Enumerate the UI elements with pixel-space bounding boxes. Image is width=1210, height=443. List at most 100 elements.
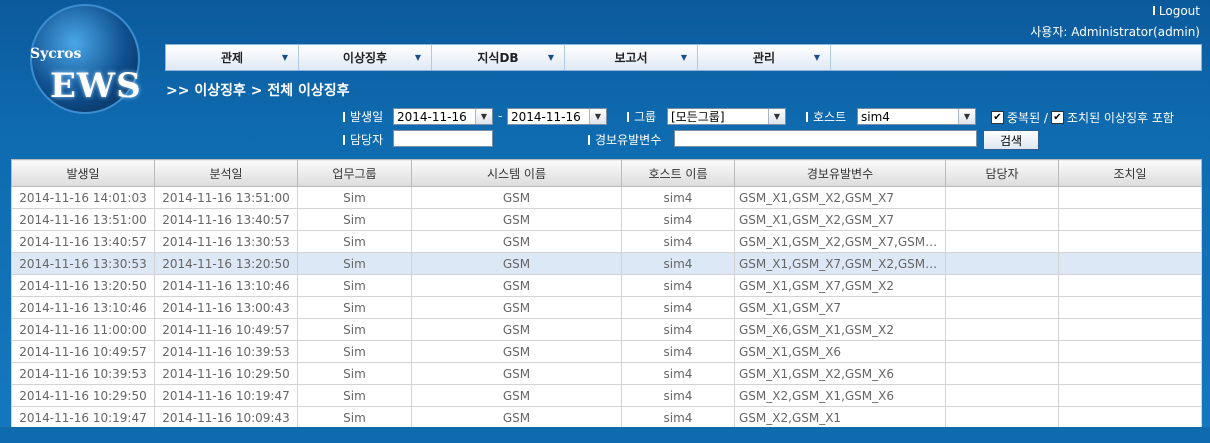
table-row[interactable]: 2014-11-16 10:39:53 2014-11-16 10:29:50 Si… <box>11 362 1202 385</box>
table-cell <box>1058 252 1202 275</box>
table-cell: sim4 <box>621 186 735 209</box>
table-body: 2014-11-16 14:01:03 2014-11-16 13:51:00 Si… <box>11 186 1202 429</box>
duplicate-label: 중복된 / <box>1007 111 1048 125</box>
table-cell: 2014-11-16 13:51:00 <box>154 186 298 209</box>
table-row[interactable]: 2014-11-16 13:20:50 2014-11-16 13:10:46 Si… <box>11 274 1202 297</box>
table-cell: sim4 <box>621 208 735 231</box>
menu-label: 관제 <box>220 51 244 65</box>
duplicate-checkbox[interactable]: ✔ <box>991 111 1004 124</box>
chevron-down-icon[interactable]: ▼ <box>475 109 492 124</box>
owner-label: 담당자 <box>343 131 383 148</box>
chevron-down-icon[interactable]: ▼ <box>958 109 975 124</box>
table-cell: Sim <box>297 406 412 429</box>
table-cell: Sim <box>297 186 412 209</box>
chevron-down-icon[interactable]: ▼ <box>589 109 606 124</box>
main-menu: 관제 ▼ 이상징후 ▼ 지식DB ▼ 보고서 ▼ 관리 ▼ <box>165 44 1202 71</box>
table-cell: GSM <box>411 362 622 385</box>
chevron-down-icon[interactable]: ▼ <box>768 109 785 124</box>
group-label: 그룹 <box>627 108 656 125</box>
table-cell: GSM_X1,GSM_X7 <box>734 296 946 319</box>
table-row[interactable]: 2014-11-16 13:30:53 2014-11-16 13:20:50 Si… <box>11 252 1202 275</box>
owner-input[interactable] <box>393 130 493 147</box>
variable-input[interactable] <box>674 130 977 147</box>
table-cell: sim4 <box>621 296 735 319</box>
table-cell: Sim <box>297 252 412 275</box>
table-cell <box>945 318 1059 341</box>
menu-knowledge-db[interactable]: 지식DB ▼ <box>432 45 565 70</box>
table-row[interactable]: 2014-11-16 10:29:50 2014-11-16 10:19:47 Si… <box>11 384 1202 407</box>
table-cell <box>1058 230 1202 253</box>
user-info: 사용자: Administrator(admin) <box>1030 25 1200 39</box>
menu-report[interactable]: 보고서 ▼ <box>565 45 698 70</box>
column-header[interactable]: 담당자 <box>945 159 1059 187</box>
group-select[interactable]: [모든그룹] ▼ <box>667 108 786 125</box>
column-header[interactable]: 분석일 <box>154 159 298 187</box>
chevron-down-icon: ▼ <box>414 53 421 62</box>
table-cell <box>945 186 1059 209</box>
menu-monitoring[interactable]: 관제 ▼ <box>166 45 299 70</box>
table-cell: 2014-11-16 10:39:53 <box>11 362 155 385</box>
table-cell: GSM <box>411 340 622 363</box>
date-to-select[interactable]: 2014-11-16 ▼ <box>507 108 607 125</box>
table-cell: GSM_X1,GSM_X2,GSM_X7,GSM_X... <box>734 230 946 253</box>
table-cell: sim4 <box>621 230 735 253</box>
host-select[interactable]: sim4 ▼ <box>857 108 976 125</box>
table-cell: GSM <box>411 252 622 275</box>
table-cell: 2014-11-16 13:30:53 <box>154 230 298 253</box>
table-row[interactable]: 2014-11-16 13:10:46 2014-11-16 13:00:43 Si… <box>11 296 1202 319</box>
duplicate-checkbox-group: ✔ 중복된 / ✔ 조치된 이상징후 포함 <box>991 109 1174 126</box>
table-cell: Sim <box>297 296 412 319</box>
table-cell <box>1058 208 1202 231</box>
column-header[interactable]: 업무그룹 <box>297 159 412 187</box>
table-row[interactable]: 2014-11-16 10:19:47 2014-11-16 10:09:43 Si… <box>11 406 1202 429</box>
table-cell: GSM <box>411 208 622 231</box>
table-cell: Sim <box>297 340 412 363</box>
table-cell <box>945 296 1059 319</box>
menu-label: 관리 <box>752 51 776 65</box>
table-cell: 2014-11-16 14:01:03 <box>11 186 155 209</box>
column-header[interactable]: 조치일 <box>1058 159 1202 187</box>
menu-anomaly[interactable]: 이상징후 ▼ <box>299 45 432 70</box>
menu-label: 보고서 <box>614 51 648 65</box>
table-cell: Sim <box>297 384 412 407</box>
column-header[interactable]: 경보유발변수 <box>734 159 946 187</box>
table-cell: GSM_X1,GSM_X2,GSM_X6 <box>734 362 946 385</box>
table-cell <box>1058 406 1202 429</box>
search-button[interactable]: 검색 <box>983 130 1039 150</box>
column-header[interactable]: 발생일 <box>11 159 155 187</box>
table-cell: 2014-11-16 10:19:47 <box>11 406 155 429</box>
table-row[interactable]: 2014-11-16 10:49:57 2014-11-16 10:39:53 Si… <box>11 340 1202 363</box>
table-cell <box>1058 384 1202 407</box>
table-row[interactable]: 2014-11-16 13:40:57 2014-11-16 13:30:53 Si… <box>11 230 1202 253</box>
table-cell: sim4 <box>621 318 735 341</box>
handled-label: 조치된 이상징후 포함 <box>1066 111 1174 125</box>
table-cell <box>945 252 1059 275</box>
table-cell: Sim <box>297 362 412 385</box>
menu-admin[interactable]: 관리 ▼ <box>698 45 831 70</box>
table-cell: GSM <box>411 318 622 341</box>
logout-link[interactable]: Logout <box>1030 4 1200 18</box>
table-row[interactable]: 2014-11-16 11:00:00 2014-11-16 10:49:57 Si… <box>11 318 1202 341</box>
chevron-down-icon: ▼ <box>813 53 820 62</box>
date-from-select[interactable]: 2014-11-16 ▼ <box>393 108 493 125</box>
table-cell <box>1058 362 1202 385</box>
table-cell: sim4 <box>621 274 735 297</box>
table-cell: 2014-11-16 13:20:50 <box>154 252 298 275</box>
table-row[interactable]: 2014-11-16 14:01:03 2014-11-16 13:51:00 Si… <box>11 186 1202 209</box>
table-cell: 2014-11-16 10:29:50 <box>11 384 155 407</box>
table-cell: 2014-11-16 10:49:57 <box>154 318 298 341</box>
chevron-down-icon: ▼ <box>680 53 687 62</box>
handled-checkbox[interactable]: ✔ <box>1050 111 1064 124</box>
column-header[interactable]: 호스트 이름 <box>621 159 735 187</box>
table-cell <box>1058 340 1202 363</box>
table-row[interactable]: 2014-11-16 13:51:00 2014-11-16 13:40:57 Si… <box>11 208 1202 231</box>
table-cell: 2014-11-16 13:51:00 <box>11 208 155 231</box>
chevron-down-icon: ▼ <box>281 53 288 62</box>
table-cell: GSM <box>411 296 622 319</box>
column-header[interactable]: 시스템 이름 <box>411 159 622 187</box>
variable-label: 경보유발변수 <box>588 131 661 148</box>
table-cell: GSM <box>411 384 622 407</box>
footer-bar <box>0 427 1210 443</box>
table-cell <box>945 362 1059 385</box>
table-cell: sim4 <box>621 362 735 385</box>
